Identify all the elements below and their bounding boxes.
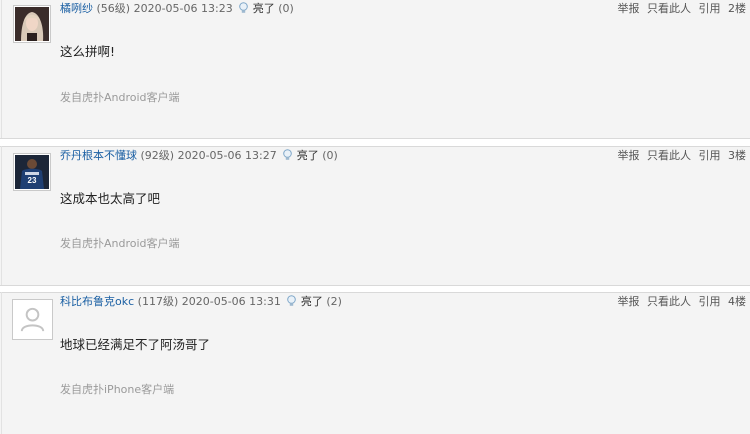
post-content: 地球已经满足不了阿汤哥了	[60, 337, 211, 352]
only-this-user-link[interactable]: 只看此人	[647, 2, 691, 15]
floor-number: 3楼	[728, 149, 746, 162]
reply-post: 科比布鲁克okc (117级) 2020-05-06 13:31 亮了 (2) …	[0, 292, 750, 434]
avatar-photo	[15, 7, 49, 41]
avatar[interactable]	[12, 299, 53, 340]
like-button[interactable]: 亮了	[301, 295, 323, 308]
divider	[0, 138, 750, 139]
report-link[interactable]: 举报	[618, 149, 640, 162]
divider	[0, 292, 750, 293]
reply-post: 23 乔丹根本不懂球 (92级) 2020-05-06 13:27 亮了 (0)…	[0, 146, 750, 286]
floor-number: 4楼	[728, 295, 746, 308]
post-content: 这成本也太高了吧	[60, 191, 161, 206]
username-link[interactable]: 乔丹根本不懂球	[60, 149, 137, 162]
username-link[interactable]: 橘咧纱	[60, 2, 93, 15]
reply-post: 橘咧纱 (56级) 2020-05-06 13:23 亮了 (0) 举报 只看此…	[0, 0, 750, 139]
avatar-photo: 23	[15, 155, 49, 189]
lightbulb-icon[interactable]	[282, 149, 293, 161]
avatar[interactable]: 23	[13, 153, 51, 191]
like-count: (0)	[322, 149, 338, 162]
post-actions: 举报 只看此人 引用 3楼	[614, 148, 747, 164]
divider	[0, 285, 750, 286]
quote-link[interactable]: 引用	[699, 2, 721, 15]
svg-text:23: 23	[28, 176, 37, 185]
lightbulb-icon[interactable]	[238, 2, 249, 14]
only-this-user-link[interactable]: 只看此人	[647, 149, 691, 162]
report-link[interactable]: 举报	[618, 295, 640, 308]
divider	[1, 292, 2, 434]
divider	[1, 146, 2, 286]
quote-link[interactable]: 引用	[699, 149, 721, 162]
reply-thread: 橘咧纱 (56级) 2020-05-06 13:23 亮了 (0) 举报 只看此…	[0, 0, 750, 434]
username-link[interactable]: 科比布鲁克okc	[60, 295, 134, 308]
user-level: (56级)	[96, 2, 131, 15]
post-source: 发自虎扑Android客户端	[60, 237, 180, 250]
like-button[interactable]: 亮了	[297, 149, 319, 162]
like-count: (2)	[326, 295, 342, 308]
quote-link[interactable]: 引用	[699, 295, 721, 308]
floor-number: 2楼	[728, 2, 746, 15]
user-level: (117级)	[137, 295, 179, 308]
divider	[1, 0, 2, 139]
user-level: (92级)	[140, 149, 175, 162]
like-button[interactable]: 亮了	[253, 2, 275, 15]
like-count: (0)	[278, 2, 294, 15]
lightbulb-icon[interactable]	[286, 295, 297, 307]
post-source: 发自虎扑Android客户端	[60, 91, 180, 104]
divider	[0, 146, 750, 147]
report-link[interactable]: 举报	[618, 2, 640, 15]
post-time: 2020-05-06 13:27	[177, 149, 277, 162]
only-this-user-link[interactable]: 只看此人	[647, 295, 691, 308]
post-time: 2020-05-06 13:23	[133, 2, 233, 15]
post-source: 发自虎扑iPhone客户端	[60, 383, 175, 396]
avatar[interactable]	[13, 5, 51, 43]
user-silhouette-icon	[14, 301, 51, 338]
post-actions: 举报 只看此人 引用 4楼	[614, 294, 747, 310]
post-content: 这么拼啊!	[60, 44, 116, 59]
post-time: 2020-05-06 13:31	[181, 295, 281, 308]
post-actions: 举报 只看此人 引用 2楼	[614, 1, 747, 17]
